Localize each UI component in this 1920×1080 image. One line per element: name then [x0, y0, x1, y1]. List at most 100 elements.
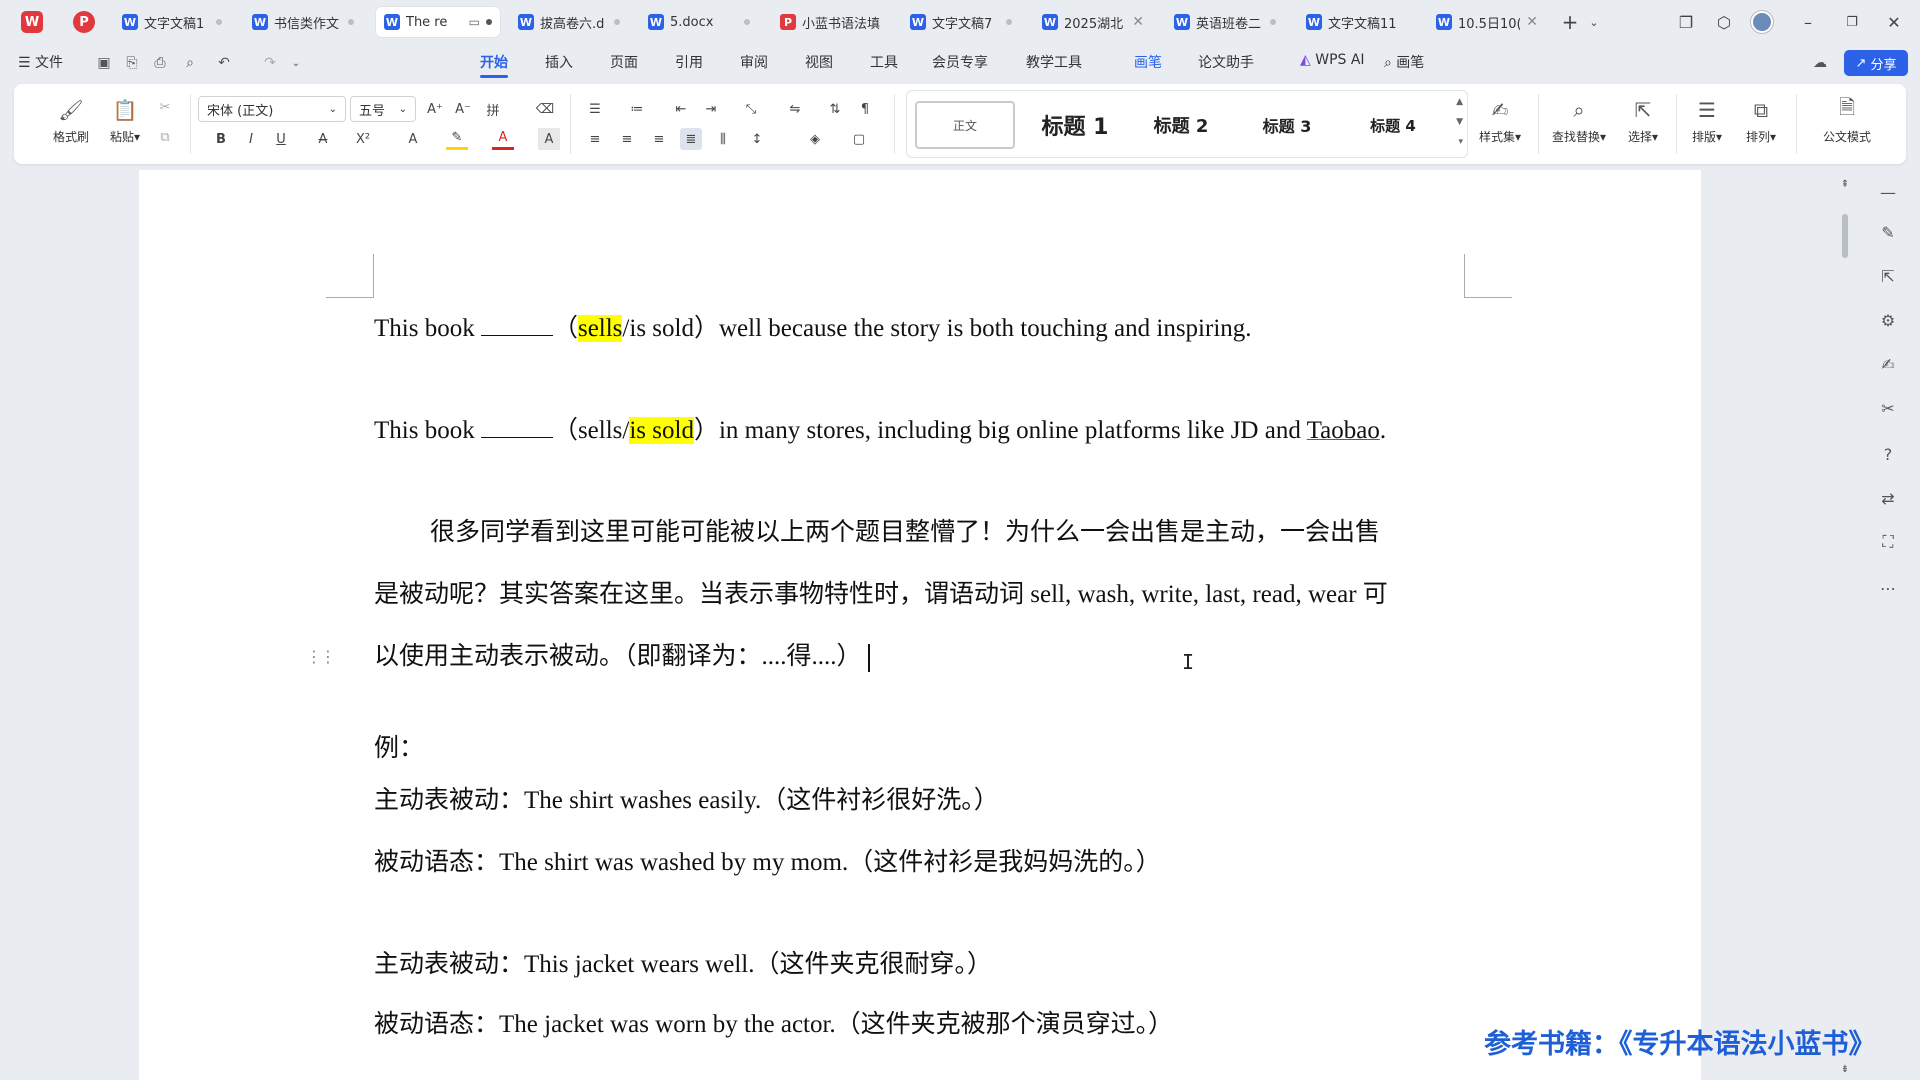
- menu-view[interactable]: 视图: [805, 52, 833, 72]
- tab-document[interactable]: W 文字文稿11: [1298, 7, 1416, 37]
- decrease-indent-icon[interactable]: ⇤: [670, 98, 692, 120]
- share-button[interactable]: ↗ 分享: [1844, 50, 1908, 76]
- redo-icon[interactable]: ↷: [260, 53, 280, 73]
- signature-icon[interactable]: ✍: [1876, 352, 1900, 376]
- text-direction-icon[interactable]: ⤡: [740, 98, 762, 120]
- scroll-bottom-icon[interactable]: ⇟: [1836, 1060, 1854, 1078]
- grow-font-icon[interactable]: A⁺: [424, 98, 446, 120]
- more-icon[interactable]: ⋯: [1876, 576, 1900, 600]
- menu-review[interactable]: 审阅: [740, 52, 768, 72]
- paste-button[interactable]: 📋 粘贴▾: [100, 96, 150, 145]
- undo-icon[interactable]: ↶: [214, 53, 234, 73]
- print-preview-icon[interactable]: ⌕: [180, 53, 200, 73]
- close-window-icon[interactable]: ✕: [1880, 10, 1908, 34]
- line-spacing-icon[interactable]: ↕: [746, 128, 768, 150]
- menu-insert[interactable]: 插入: [545, 52, 573, 72]
- drag-handle-icon[interactable]: ⋮⋮: [306, 647, 336, 666]
- style-heading-4[interactable]: 标题 4: [1343, 101, 1443, 149]
- scroll-top-icon[interactable]: ⇞: [1836, 172, 1854, 196]
- menu-references[interactable]: 引用: [675, 52, 703, 72]
- clear-format-icon[interactable]: ⌫: [534, 98, 556, 120]
- cloud-upload-icon[interactable]: ☁: [1810, 53, 1830, 73]
- cut-icon[interactable]: ✂: [154, 96, 176, 118]
- style-heading-1[interactable]: 标题 1: [1025, 101, 1125, 149]
- document-page[interactable]: [139, 170, 1701, 1080]
- explanation-paragraph[interactable]: 是被动呢？其实答案在这里。当表示事物特性时，谓语动词 sell, wash, w…: [374, 580, 1388, 610]
- font-color-icon[interactable]: A: [492, 128, 514, 150]
- avatar[interactable]: [1748, 10, 1776, 34]
- increase-indent-icon[interactable]: ⇥: [700, 98, 722, 120]
- italic-icon[interactable]: I: [240, 128, 262, 150]
- example-line[interactable]: 主动表被动：This jacket wears well.（这件夹克很耐穿。）: [374, 950, 992, 980]
- help-icon[interactable]: ?: [1876, 442, 1900, 466]
- image-tools-icon[interactable]: ⛶: [1876, 530, 1900, 554]
- layout-button[interactable]: ☰ 排版▾: [1682, 96, 1732, 145]
- pdf-app-icon[interactable]: P: [70, 8, 98, 36]
- menu-brush[interactable]: 画笔: [1134, 52, 1162, 72]
- tab-document[interactable]: W 文字文稿7: [902, 7, 1020, 37]
- highlight-color-icon[interactable]: ✎: [446, 128, 468, 150]
- menu-page[interactable]: 页面: [610, 52, 638, 72]
- bullet-list-icon[interactable]: ☰: [584, 98, 606, 120]
- save-icon[interactable]: ▣: [94, 53, 114, 73]
- shading-icon[interactable]: ◈: [804, 128, 826, 150]
- settings-sliders-icon[interactable]: ⚙: [1876, 308, 1900, 332]
- pointer-icon[interactable]: ⇱: [1876, 264, 1900, 288]
- bold-icon[interactable]: B: [210, 128, 232, 150]
- menu-teaching-tools[interactable]: 教学工具: [1026, 52, 1082, 72]
- justify-icon[interactable]: ≣: [680, 128, 702, 150]
- strikethrough-icon[interactable]: A: [312, 128, 334, 150]
- align-right-icon[interactable]: ≡: [648, 128, 670, 150]
- close-tab-icon[interactable]: ✕: [1132, 14, 1144, 30]
- expand-styles-icon[interactable]: ▾: [1458, 137, 1463, 147]
- align-center-icon[interactable]: ≡: [616, 128, 638, 150]
- tools-icon[interactable]: ✂: [1876, 396, 1900, 420]
- exercise-line-2[interactable]: This book （sells/is sold）in many stores,…: [374, 416, 1386, 446]
- official-mode-button[interactable]: 🗎 公文模式: [1814, 95, 1880, 145]
- shrink-font-icon[interactable]: A⁻: [452, 98, 474, 120]
- tab-document[interactable]: W 文字文稿1: [114, 7, 230, 37]
- superscript-icon[interactable]: X²: [352, 128, 374, 150]
- style-set-button[interactable]: ✍ 样式集▾: [1468, 96, 1532, 145]
- chinese-layout-icon[interactable]: ⇋: [784, 98, 806, 120]
- font-name-select[interactable]: 宋体 (正文) ⌄: [198, 96, 346, 122]
- select-button[interactable]: ⇱ 选择▾: [1618, 96, 1668, 145]
- menu-thesis-assistant[interactable]: 论文助手: [1198, 52, 1254, 72]
- show-marks-icon[interactable]: ¶: [854, 98, 876, 120]
- chevron-down-icon[interactable]: ⌄: [1580, 10, 1608, 34]
- wps-logo-icon[interactable]: W: [18, 8, 46, 36]
- tab-document-active[interactable]: W The re ▭: [376, 7, 500, 37]
- file-menu[interactable]: ☰ 文件: [18, 52, 63, 72]
- style-heading-3[interactable]: 标题 3: [1237, 101, 1337, 149]
- explanation-paragraph[interactable]: 很多同学看到这里可能可能被以上两个题目整懵了！为什么一会出售是主动，一会出售: [430, 518, 1380, 548]
- find-replace-button[interactable]: ⌕ 查找替换▾: [1544, 96, 1614, 145]
- tab-document[interactable]: W 2025湖北 ✕: [1034, 7, 1152, 37]
- menu-tools[interactable]: 工具: [870, 52, 898, 72]
- underline-icon[interactable]: U: [270, 128, 292, 150]
- menu-home[interactable]: 开始: [480, 52, 508, 78]
- example-line[interactable]: 被动语态：The shirt was washed by my mom.（这件衬…: [374, 848, 1161, 878]
- print-icon[interactable]: ⎙: [150, 53, 170, 73]
- window-layout-icon[interactable]: ❐: [1672, 10, 1700, 34]
- sort-icon[interactable]: ⇅: [824, 98, 846, 120]
- distribute-icon[interactable]: ⫼: [712, 128, 734, 150]
- minimize-icon[interactable]: –: [1794, 10, 1822, 34]
- chevron-down-icon[interactable]: ⌄: [286, 53, 306, 73]
- search-command[interactable]: ⌕ 画笔: [1384, 52, 1424, 72]
- vertical-scrollbar[interactable]: [1842, 214, 1848, 258]
- tab-document[interactable]: W 书信类作文: [244, 7, 362, 37]
- wps-ai-button[interactable]: ◭ WPS AI: [1300, 52, 1365, 68]
- example-line[interactable]: 被动语态：The jacket was worn by the actor.（这…: [374, 1010, 1173, 1040]
- phonetic-guide-icon[interactable]: 拼: [482, 98, 504, 120]
- arrange-button[interactable]: ⧉ 排列▾: [1736, 96, 1786, 145]
- tab-document[interactable]: P 小蓝书语法填: [772, 7, 890, 37]
- tab-document[interactable]: W 5.docx: [640, 7, 758, 37]
- format-painter-button[interactable]: 🖌 格式刷: [46, 96, 96, 145]
- borders-icon[interactable]: ▢: [848, 128, 870, 150]
- example-line[interactable]: 主动表被动：The shirt washes easily.（这件衬衫很好洗。）: [374, 786, 999, 816]
- scroll-up-icon[interactable]: ▲: [1456, 97, 1463, 107]
- scroll-down-icon[interactable]: ▼: [1456, 117, 1463, 127]
- align-left-icon[interactable]: ≡: [584, 128, 606, 150]
- style-normal[interactable]: 正文: [915, 101, 1015, 149]
- menu-membership[interactable]: 会员专享: [932, 52, 988, 72]
